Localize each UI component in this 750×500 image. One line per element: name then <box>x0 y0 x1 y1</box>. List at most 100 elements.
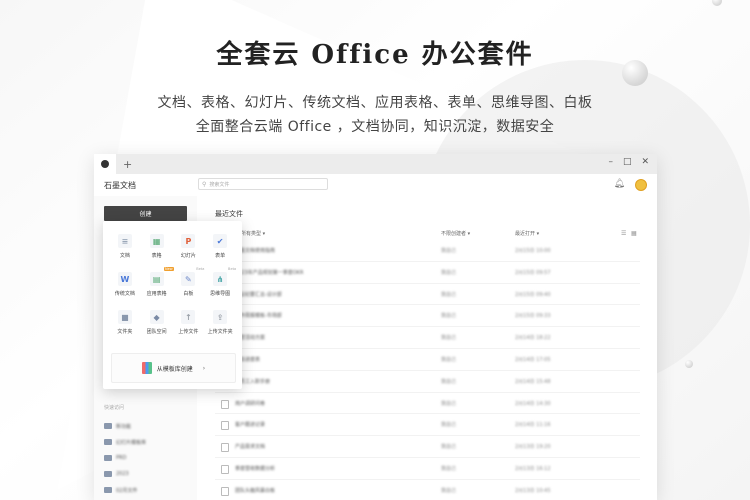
window-controls: – □ ✕ <box>608 157 649 167</box>
quick-access-item[interactable]: 2023 <box>104 466 146 482</box>
hero-title: 全套云 Office 办公套件 <box>216 40 534 70</box>
create-menu-row: ■ 文件夹 ◆ 团队空间 ↑ 上传文件 ⇪ 上传文件夹 <box>103 305 242 343</box>
table-row[interactable]: 工作周报模板-市场部 我自己 2月15日 09:33 <box>215 305 640 328</box>
table-row[interactable]: 新员工入职手册 我自己 2月14日 15:48 <box>215 371 640 393</box>
create-item[interactable]: ■ 文件夹 <box>110 305 140 343</box>
create-item-label: 文件夹 <box>117 329 133 335</box>
file-icon <box>221 486 229 496</box>
create-item[interactable]: ✔ 表单 <box>205 229 235 267</box>
create-item-icon: ⋔ <box>213 272 228 286</box>
create-item[interactable]: ✎ 白板 Beta <box>173 267 205 305</box>
create-item-icon: ↑ <box>181 310 196 324</box>
create-item[interactable]: ⋔ 思维导图 Beta <box>205 267 237 305</box>
sort-opened[interactable]: 最近打开 ▾ <box>515 230 539 237</box>
folder-icon <box>104 487 112 493</box>
search-placeholder: 搜索文件 <box>209 181 230 188</box>
create-item-icon: ■ <box>117 310 132 324</box>
close-button[interactable]: ✕ <box>641 157 649 167</box>
create-item[interactable]: ≡ 文档 <box>110 229 140 267</box>
bell-icon[interactable]: 🔔︎ <box>614 179 625 189</box>
maximize-button[interactable]: □ <box>623 157 632 167</box>
table-row[interactable]: 产品需求文档 我自己 2月13日 19:20 <box>215 436 640 458</box>
template-label: 从模板库创建 <box>156 365 193 373</box>
create-item[interactable]: P 幻灯片 <box>173 229 203 267</box>
create-item[interactable]: ◆ 团队空间 <box>142 305 172 343</box>
table-row[interactable]: 季度营收数据分析 我自己 2月13日 16:12 <box>215 458 640 480</box>
quick-access-item[interactable]: PRD <box>104 450 146 466</box>
table-row[interactable]: 石墨文档使用指南 我自己 2月15日 10:00 <box>215 240 640 262</box>
hero-subtitle-line2: 全面整合云端 Office ，文档协同，知识沉淀，数据安全 <box>195 119 555 135</box>
file-icon <box>221 421 229 431</box>
tab-bar: + – □ ✕ <box>94 154 657 174</box>
table-row[interactable]: 2023年产品规划第一季度OKR 我自己 2月15日 09:57 <box>215 262 640 284</box>
create-item-icon: ▦ <box>149 234 164 248</box>
table-row[interactable]: 会议纪要汇总-设计部 我自己 2月15日 09:40 <box>215 284 640 306</box>
folder-icon <box>104 471 112 477</box>
create-item-icon: ≡ <box>117 234 132 248</box>
create-item[interactable]: ⇪ 上传文件夹 <box>205 305 235 343</box>
avatar[interactable] <box>635 179 647 191</box>
quick-access-item[interactable]: 幻灯片模板库 <box>104 434 146 450</box>
create-item-label: 传统文档 <box>114 291 135 297</box>
tab-shimo[interactable] <box>94 154 116 174</box>
brand-name[interactable]: 石墨文档 <box>104 180 136 191</box>
item-badge: Beta <box>196 267 205 271</box>
create-button[interactable]: 创建 <box>104 206 187 221</box>
file-icon <box>221 443 229 453</box>
minimize-button[interactable]: – <box>608 157 613 167</box>
table-row[interactable]: 团队头脑风暴白板 我自己 2月13日 10:45 <box>215 480 640 500</box>
create-item-icon: ✎ <box>181 272 196 286</box>
item-badge: New <box>163 267 174 271</box>
folder-icon <box>104 455 112 461</box>
grid-view-icon[interactable]: ▦ <box>631 230 637 237</box>
create-item[interactable]: ▤ 应用表格 New <box>142 267 174 305</box>
list-view-icon[interactable]: ☰ <box>621 230 626 237</box>
create-item-label: 应用表格 <box>146 291 167 297</box>
file-list: 石墨文档使用指南 我自己 2月15日 10:00 2023年产品规划第一季度OKR 我… <box>215 240 640 500</box>
create-item-label: 上传文件夹 <box>207 329 233 335</box>
main-content: 最近文件 所有类型 ▾ 不限创建者 ▾ 最近打开 ▾ ☰ ▦ 石墨文档使用指南我… <box>197 196 657 500</box>
create-item[interactable]: W 传统文档 <box>110 267 140 305</box>
quick-access-item[interactable]: 新功能 <box>104 418 146 434</box>
table-row[interactable]: 用户调研问卷 我自己 2月14日 14:30 <box>215 393 640 415</box>
shimo-logo-icon <box>101 160 109 168</box>
create-menu: ≡ 文档 ▦ 表格 P 幻灯片 ✔ 表单 W 传统文档 ▤ 应用表格 New ✎ 白板 Beta ⋔ 思维导图 Be… <box>103 221 242 389</box>
page-title: 最近文件 <box>215 210 243 218</box>
create-item[interactable]: ↑ 上传文件 <box>173 305 203 343</box>
create-menu-grid: ≡ 文档 ▦ 表格 P 幻灯片 ✔ 表单 W 传统文档 ▤ 应用表格 New ✎ 白板 Beta ⋔ 思维导图 Be… <box>103 229 242 343</box>
create-item-icon: W <box>117 272 132 286</box>
filter-creator[interactable]: 不限创建者 ▾ <box>441 230 470 237</box>
create-item-icon: ◆ <box>149 310 164 324</box>
create-item-label: 幻灯片 <box>180 253 196 259</box>
top-toolbar: 石墨文档 ⚲ 搜索文件 🔔︎ <box>94 174 657 197</box>
create-menu-row: W 传统文档 ▤ 应用表格 New ✎ 白板 Beta ⋔ 思维导图 Beta <box>103 267 242 305</box>
create-item-label: 白板 <box>183 291 194 297</box>
table-row[interactable]: 客户跟进记录 我自己 2月14日 11:16 <box>215 414 640 437</box>
search-input[interactable]: ⚲ 搜索文件 <box>198 178 328 190</box>
create-from-template-button[interactable]: 从模板库创建 › <box>111 353 236 383</box>
create-item-icon: P <box>181 234 196 248</box>
create-item-icon: ⇪ <box>213 310 228 324</box>
file-icon <box>221 399 229 409</box>
create-item-label: 思维导图 <box>210 291 231 297</box>
quick-access-title: 快速访问 <box>104 405 125 411</box>
quick-access-item[interactable]: 02月文件 <box>104 482 146 498</box>
folder-icon <box>104 439 112 445</box>
quick-access-list: 新功能 幻灯片模板库 PRD 2023 02月文件 <box>104 418 146 498</box>
table-row[interactable]: 项目进度表 我自己 2月14日 17:05 <box>215 349 640 371</box>
create-item-label: 上传文件 <box>178 329 199 335</box>
template-icon <box>141 362 152 374</box>
create-item[interactable]: ▦ 表格 <box>142 229 172 267</box>
item-badge: Beta <box>228 267 237 271</box>
create-item-label: 表格 <box>151 253 162 259</box>
new-tab-button[interactable]: + <box>123 158 132 171</box>
create-item-label: 表单 <box>215 253 226 259</box>
file-icon <box>221 464 229 474</box>
hero-subtitle-line1: 文档、表格、幻灯片、传统文档、应用表格、表单、思维导图、白板 <box>157 95 593 111</box>
decor-ball-small <box>685 360 693 368</box>
create-menu-row: ≡ 文档 ▦ 表格 P 幻灯片 ✔ 表单 <box>103 229 242 267</box>
search-icon: ⚲ <box>202 180 207 188</box>
table-row[interactable]: 运营活动方案 我自己 2月14日 18:22 <box>215 327 640 349</box>
filter-type[interactable]: 所有类型 ▾ <box>241 230 265 237</box>
create-item-icon: ▤ <box>149 272 164 286</box>
